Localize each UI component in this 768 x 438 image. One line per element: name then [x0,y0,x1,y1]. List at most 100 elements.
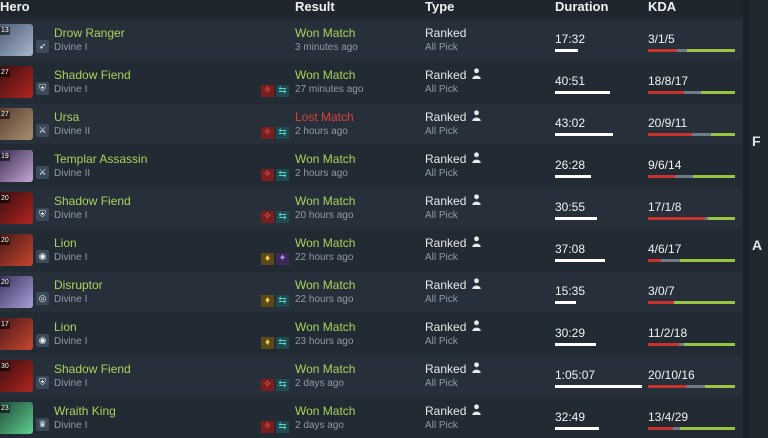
match-result[interactable]: Won Match [295,68,355,82]
match-time: 22 hours ago [295,294,354,305]
hero-portrait[interactable]: 30 [0,360,33,392]
hero-rank: Divine I [54,84,88,95]
assists-segment [711,133,735,136]
match-row[interactable]: 20 ◎ Disruptor Divine I ♦ ⇆ Won Match 22 hours … [0,272,743,312]
match-row[interactable]: 27 ⚔ Ursa Divine II ✧ ⇆ Lost Match 2 hours ago R… [0,104,743,144]
hero-portrait[interactable]: 13 [0,24,33,56]
match-row[interactable]: 17 ◉ Lion Divine I ♦ ⇆ Won Match 23 hours ago Ra… [0,314,743,354]
kda-bar [648,133,735,136]
header-kda[interactable]: KDA [648,0,676,13]
hero-portrait[interactable]: 23 [0,402,33,434]
hero-name[interactable]: Wraith King [54,404,116,418]
match-time: 23 hours ago [295,336,354,347]
match-result[interactable]: Won Match [295,320,355,334]
match-row[interactable]: 19 ⚔ Templar Assassin Divine II ✧ ⇆ Won Match 2… [0,146,743,186]
header-type[interactable]: Type [425,0,454,13]
hero-portrait[interactable]: 27 [0,66,33,98]
duration-bar [555,175,591,178]
assists-segment [686,49,735,52]
red-item-icon: ✧ [261,211,274,223]
kda-value: 13/4/29 [648,410,689,424]
hero-portrait[interactable]: 27 [0,108,33,140]
crown-icon: ♛ [36,418,49,431]
duration-bar [555,385,642,388]
assists-segment [680,427,735,430]
match-duration: 17:32 [555,32,586,46]
match-result[interactable]: Won Match [295,152,355,166]
duration-bar [555,217,597,220]
hero-name[interactable]: Drow Ranger [54,26,125,40]
assists-segment [684,343,735,346]
hero-name[interactable]: Shadow Fiend [54,68,131,82]
duration-bar [555,259,605,262]
party-icon [472,320,481,331]
hero-portrait[interactable]: 17 [0,318,33,350]
match-row[interactable]: 30 ⛨ Shadow Fiend Divine I ✧ ⇆ Won Match 2 days… [0,356,743,396]
item-icons: ✧ ⇆ [261,211,291,223]
game-mode: All Pick [425,126,458,137]
kda-bar [648,385,735,388]
assists-segment [674,301,735,304]
sidebar-glyph: A [752,237,763,253]
party-icon [472,152,481,163]
game-mode: All Pick [425,252,458,263]
match-type: Ranked [425,362,467,376]
hero-portrait[interactable]: 20 [0,192,33,224]
hero-portrait[interactable]: 19 [0,150,33,182]
hero-portrait[interactable]: 20 [0,234,33,266]
kda-bar [648,427,735,430]
match-result[interactable]: Won Match [295,362,355,376]
item-icons: ♦ ⇆ [261,295,291,307]
hero-name[interactable]: Shadow Fiend [54,362,131,376]
kda-value: 3/1/5 [648,32,675,46]
kda-value: 20/10/16 [648,368,695,382]
hero-name[interactable]: Shadow Fiend [54,194,131,208]
match-row[interactable]: 27 ⛨ Shadow Fiend Divine I ✧ ⇆ Won Match 27 min… [0,62,743,102]
match-result[interactable]: Won Match [295,404,355,418]
red-item-icon: ✧ [261,127,274,139]
header-duration[interactable]: Duration [555,0,608,13]
shield-icon: ⛨ [36,376,49,389]
match-row[interactable]: 23 ♛ Wraith King Divine I ✧ ⇆ Won Match 2 days … [0,398,743,438]
match-row[interactable]: 20 ⛨ Shadow Fiend Divine I ✧ ⇆ Won Match 20 hou… [0,188,743,228]
game-mode: All Pick [425,378,458,389]
hero-name[interactable]: Templar Assassin [54,152,147,166]
teal-item-icon: ⇆ [276,379,289,391]
party-icon [472,404,481,415]
game-mode: All Pick [425,294,458,305]
item-icons: ♦ ✦ [261,253,291,265]
hero-rank: Divine II [54,168,91,179]
header-hero[interactable]: Hero [0,0,30,13]
hero-name[interactable]: Ursa [54,110,79,124]
header-result[interactable]: Result [295,0,335,13]
match-type: Ranked [425,320,467,334]
match-result[interactable]: Won Match [295,194,355,208]
party-icon [472,362,481,373]
match-result[interactable]: Won Match [295,278,355,292]
party-icon [472,110,481,121]
hero-name[interactable]: Lion [54,320,77,334]
item-icons: ✧ ⇆ [261,379,291,391]
match-row[interactable]: 13 ➶ Drow Ranger Divine I Won Match 3 minutes… [0,20,743,60]
kda-value: 18/8/17 [648,74,689,88]
match-type: Ranked [425,152,467,166]
hero-rank: Divine I [54,378,88,389]
yellow-item-icon: ♦ [261,253,274,265]
hero-level: 23 [0,405,10,413]
hero-rank: Divine I [54,210,88,221]
hero-level: 30 [0,363,10,371]
hero-name[interactable]: Lion [54,236,77,250]
match-row[interactable]: 20 ◉ Lion Divine I ♦ ✦ Won Match 22 hours ago Ra… [0,230,743,270]
kda-bar [648,175,735,178]
item-icons: ✧ ⇆ [261,127,291,139]
shield-icon: ⛨ [36,82,49,95]
match-type: Ranked [425,68,467,82]
hero-portrait[interactable]: 20 [0,276,33,308]
match-result[interactable]: Lost Match [295,110,354,124]
duration-bar [555,343,596,346]
match-result[interactable]: Won Match [295,26,355,40]
hero-level: 20 [0,279,10,287]
match-result[interactable]: Won Match [295,236,355,250]
game-mode: All Pick [425,420,458,431]
hero-name[interactable]: Disruptor [54,278,103,292]
